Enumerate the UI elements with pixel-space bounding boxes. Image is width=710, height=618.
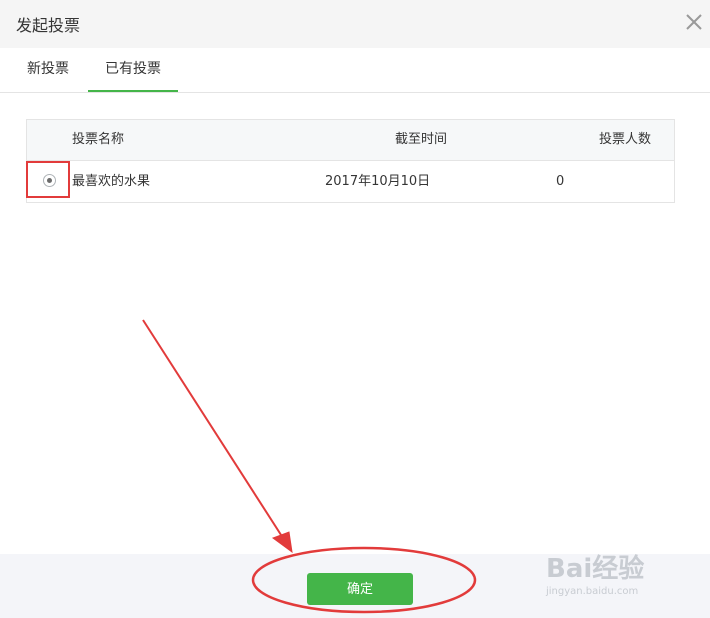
vote-dialog: 发起投票 新投票 已有投票 投票名称 截至时间 投票人数 最喜欢的水果 2017… <box>0 0 710 618</box>
tab-bar: 新投票 已有投票 <box>0 48 710 93</box>
annotation-arrow-head <box>271 531 293 554</box>
radio-highlight-box <box>26 161 70 198</box>
baidu-watermark: Bai经验 jingyan.baidu.com <box>540 540 680 610</box>
table-header: 投票名称 截至时间 投票人数 <box>27 120 674 161</box>
watermark-url: jingyan.baidu.com <box>546 586 639 597</box>
vote-name-cell: 最喜欢的水果 <box>72 174 151 189</box>
vote-deadline-cell: 2017年10月10日 <box>325 174 431 189</box>
column-header-voters: 投票人数 <box>599 132 652 147</box>
tab-existing-votes[interactable]: 已有投票 <box>88 48 178 92</box>
confirm-button[interactable]: 确定 <box>307 573 413 605</box>
dialog-title-bar: 发起投票 <box>0 0 710 48</box>
vote-table: 投票名称 截至时间 投票人数 最喜欢的水果 2017年10月10日 0 <box>26 119 675 203</box>
vote-voters-cell: 0 <box>556 174 565 189</box>
tab-new-vote[interactable]: 新投票 <box>16 48 80 90</box>
table-row[interactable]: 最喜欢的水果 2017年10月10日 0 <box>27 161 674 202</box>
watermark-logo: Bai经验 <box>546 554 645 584</box>
dialog-title: 发起投票 <box>16 16 81 35</box>
column-header-deadline: 截至时间 <box>395 132 448 147</box>
close-icon[interactable] <box>684 12 704 32</box>
column-header-name: 投票名称 <box>72 132 125 147</box>
annotation-arrow-line <box>142 319 284 539</box>
